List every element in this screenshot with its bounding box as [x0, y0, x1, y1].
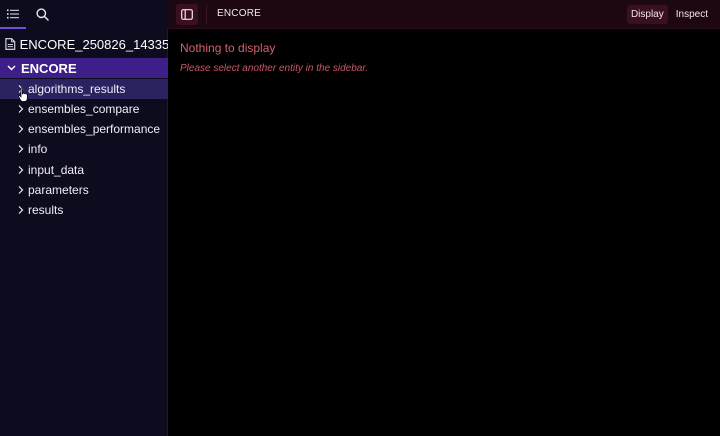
- tab-inspect[interactable]: Inspect: [672, 5, 712, 24]
- header-divider: [206, 5, 207, 24]
- tree-item-label: ensembles_compare: [28, 102, 140, 116]
- tree-item-input-data[interactable]: input_data: [0, 160, 168, 180]
- search-icon: [35, 7, 49, 21]
- tree-item-results[interactable]: results: [0, 200, 168, 220]
- file-icon: [5, 38, 16, 50]
- file-name: ENCORE_250826_143355...: [19, 36, 168, 52]
- chevron-right-icon: [18, 186, 24, 194]
- empty-state-title: Nothing to display: [180, 41, 276, 55]
- empty-state-message: Please select another entity in the side…: [180, 63, 369, 74]
- sidebar: ENCORE_250826_143355... ENCORE algorithm…: [0, 0, 168, 436]
- chevron-right-icon: [18, 125, 24, 133]
- view-tabs: Display Inspect: [626, 5, 712, 24]
- tree-item-ensembles-performance[interactable]: ensembles_performance: [0, 119, 168, 139]
- tree-item-parameters[interactable]: parameters: [0, 180, 168, 200]
- hand-cursor-icon: [18, 87, 28, 102]
- tree-item-label: ensembles_performance: [28, 122, 161, 136]
- main-panel: Nothing to display Please select another…: [168, 30, 720, 436]
- tree-item-label: parameters: [28, 183, 89, 197]
- tree-root-encore[interactable]: ENCORE: [0, 58, 168, 78]
- tree-item-label: info: [28, 142, 48, 156]
- tab-display[interactable]: Display: [626, 5, 668, 24]
- file-entry[interactable]: ENCORE_250826_143355...: [0, 33, 168, 55]
- chevron-down-icon: [7, 65, 16, 71]
- tree-item-label: input_data: [28, 163, 85, 177]
- tree-item-label: algorithms_results: [28, 82, 126, 96]
- chevron-right-icon: [18, 166, 24, 174]
- sidebar-toggle-icon: [181, 9, 193, 20]
- tree-root-label: ENCORE: [21, 60, 77, 76]
- app-header: ENCORE Display Inspect: [168, 0, 720, 29]
- list-icon: [7, 9, 19, 19]
- tree-item-info[interactable]: info: [0, 139, 168, 159]
- sidebar-toolbar: [0, 0, 168, 29]
- tree-item-label: results: [28, 203, 64, 217]
- toggle-sidebar-button[interactable]: [176, 4, 198, 25]
- search-tab-button[interactable]: [29, 2, 55, 26]
- chevron-right-icon: [18, 145, 24, 153]
- entity-title: ENCORE: [217, 8, 261, 19]
- chevron-right-icon: [18, 206, 24, 214]
- explorer-tab-button[interactable]: [0, 2, 26, 29]
- chevron-right-icon: [18, 105, 24, 113]
